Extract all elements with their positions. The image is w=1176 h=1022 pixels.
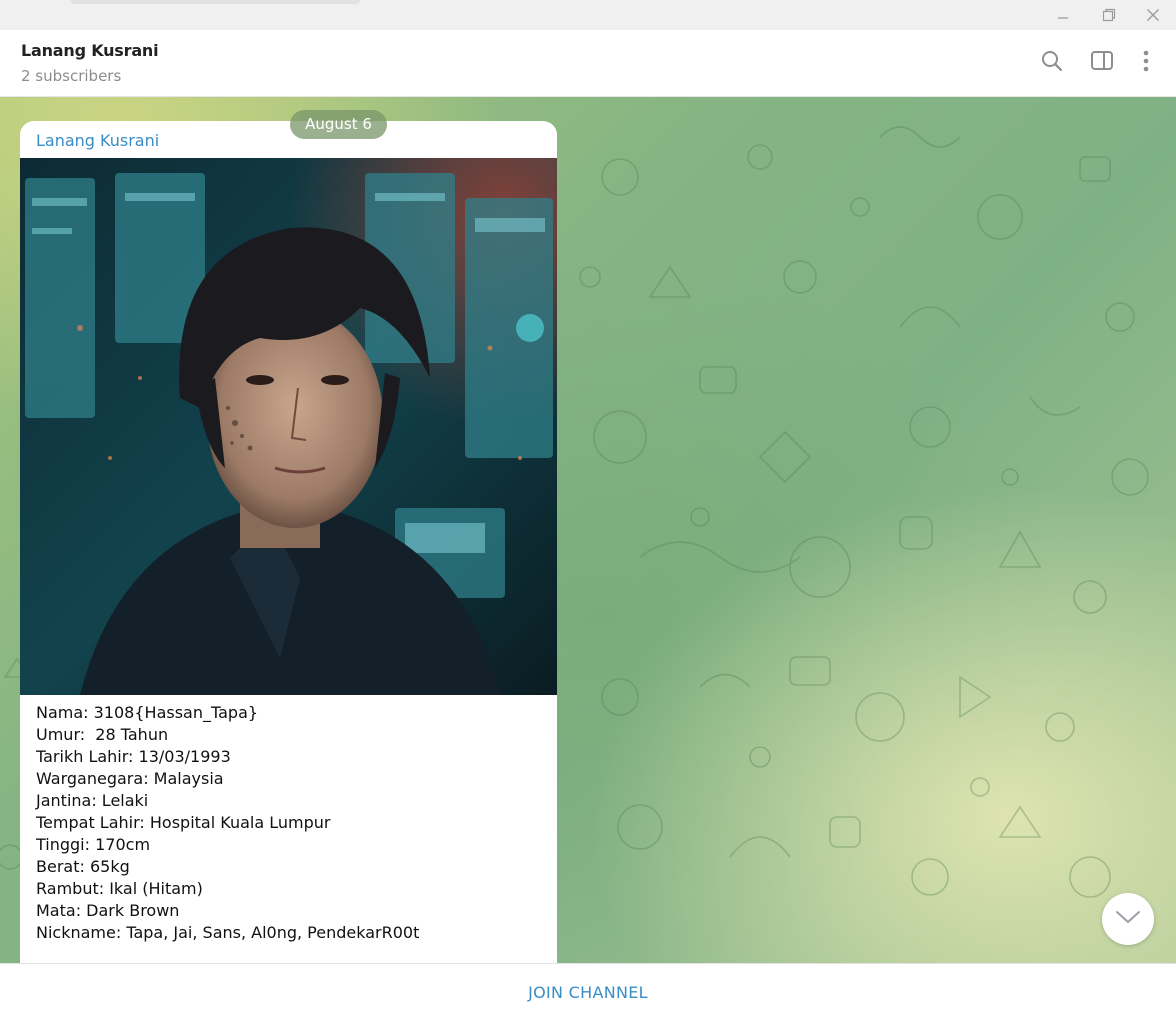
message-line: Berat: 65kg (36, 857, 130, 876)
minimize-button[interactable] (1040, 0, 1086, 30)
channel-message[interactable]: Lanang Kusrani Nama: 3108{Hassan_Tapa} U… (20, 121, 557, 963)
message-line: Nama: 3108{Hassan_Tapa} (36, 703, 259, 722)
more-menu-button[interactable] (1131, 48, 1161, 78)
scroll-to-bottom-button[interactable] (1102, 893, 1154, 945)
message-line: Umur: 28 Tahun (36, 725, 169, 744)
search-button[interactable] (1037, 48, 1067, 78)
more-vertical-icon (1142, 49, 1150, 77)
message-text: Nama: 3108{Hassan_Tapa} Umur: 28 Tahun T… (36, 702, 546, 944)
message-line: Mata: Dark Brown (36, 901, 180, 920)
message-line: Nickname: Tapa, Jai, Sans, Al0ng, Pendek… (36, 923, 420, 942)
search-icon (1040, 49, 1064, 77)
close-icon (1146, 8, 1160, 22)
date-separator: August 6 (290, 110, 387, 139)
message-line: Rambut: Ikal (Hitam) (36, 879, 203, 898)
chat-area: Lanang Kusrani Nama: 3108{Hassan_Tapa} U… (0, 97, 1176, 963)
message-author[interactable]: Lanang Kusrani (36, 131, 159, 150)
message-line: Tarikh Lahir: 13/03/1993 (36, 747, 231, 766)
subscriber-count: 2 subscribers (21, 67, 122, 85)
portrait-photo[interactable] (20, 158, 557, 695)
sidebar-panel-icon (1090, 50, 1114, 76)
titlebar-tab-shadow (70, 0, 360, 4)
message-line: Jantina: Lelaki (36, 791, 149, 810)
restore-button[interactable] (1086, 0, 1132, 30)
join-channel-button[interactable]: JOIN CHANNEL (0, 964, 1176, 1021)
chevron-down-icon (1115, 909, 1141, 929)
channel-title[interactable]: Lanang Kusrani (21, 41, 159, 60)
message-line: Warganegara: Malaysia (36, 769, 224, 788)
close-button[interactable] (1130, 0, 1176, 30)
portrait-image (20, 158, 557, 695)
window-titlebar (0, 0, 1176, 30)
message-line: Tinggi: 170cm (36, 835, 151, 854)
chat-footer: JOIN CHANNEL (0, 963, 1176, 1022)
chat-header: Lanang Kusrani 2 subscribers (0, 30, 1176, 97)
minimize-icon (1057, 9, 1069, 21)
message-line: Tempat Lahir: Hospital Kuala Lumpur (36, 813, 331, 832)
toggle-sidebar-button[interactable] (1087, 48, 1117, 78)
restore-icon (1102, 8, 1116, 22)
